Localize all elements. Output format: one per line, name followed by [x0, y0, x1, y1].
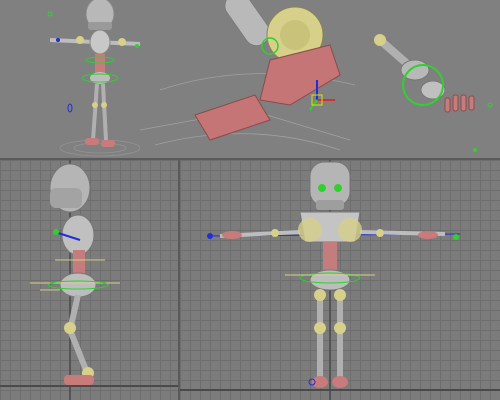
viewport-workspace: [0, 0, 500, 400]
robot-character-front: [180, 160, 500, 400]
robot-character-side: [0, 160, 178, 400]
perspective-hand-viewport[interactable]: [365, 0, 500, 158]
robot-foot-closeup: [140, 0, 356, 151]
front-viewport[interactable]: [180, 160, 500, 400]
robot-hand-closeup: [374, 34, 493, 152]
perspective-foot-viewport[interactable]: [140, 0, 365, 158]
perspective-full-viewport[interactable]: [0, 0, 140, 158]
left-viewport[interactable]: [0, 160, 178, 400]
robot-character-perspective: [47, 0, 140, 157]
